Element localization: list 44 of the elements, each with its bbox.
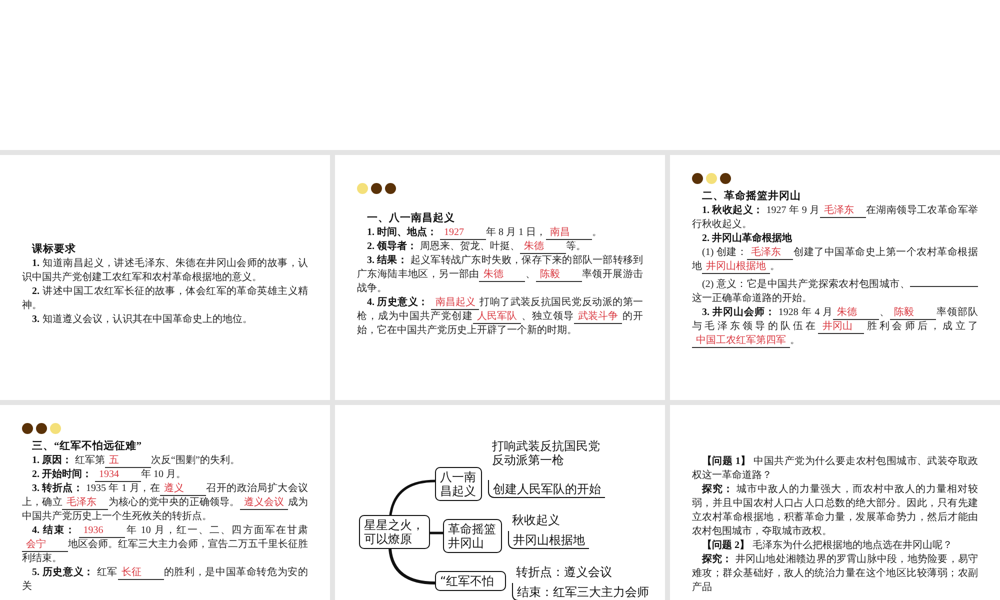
mind-map-leaf: 井冈山根据地 — [508, 531, 589, 549]
paragraph: (2) 意义：它是中国共产党探索农村包围城市、 这一正确革命道路的开始。 — [692, 274, 978, 306]
slide-thumbnail[interactable]: 课标要求 1. 知道南昌起义，讲述毛泽东、朱德在井冈山会师的故事，认识中国共产党创建工农红军和农村革命根据地的意义。 2. 讲述中国工农红军长征的故事，体会红军的革命英雄主义精神。 3. 知道遵义会议，认识其在中国革命史上的地位。 — [0, 155, 330, 400]
slide-thumbnail[interactable] — [335, 155, 665, 400]
paragraph: 探究： 城市中敌人的力量强大，而农村中敌人的力量相对较弱，并且中国农村人口占人口总数的绝大部分。因此，只有先建立农村革命根据地，积蓄革命力量，发展革命势力，然后才能由农村包围城市，夺取城市政权。 — [692, 483, 978, 539]
slide-title: 三、“红军不怕远征难” — [31, 440, 142, 454]
mind-map-leaf: 秋收起义 — [512, 513, 561, 527]
paragraph: 4. 结束： 1936 年 10 月，红一、二、四方面军在甘肃 会宁 地区会师。红军三大主力会师，宣告二万五千里长征胜利结束。 — [22, 524, 308, 566]
slide-title: 课标要求 — [30, 243, 77, 257]
paragraph: 5. 历史意义： 红军 长征 的胜利，是中国革命转危为安的关 — [22, 566, 308, 594]
slide-thumbnail[interactable] — [670, 155, 1000, 400]
paragraph: 2. 讲述中国工农红军长征的故事，体会红军的革命英雄主义精神。 — [22, 285, 308, 313]
paragraph: 1. 秋收起义： 1927 年 9 月 毛泽东 在湖南领导工农革命军举行秋收起义。 — [692, 204, 978, 232]
mind-map-node: 革命摇篮井冈山 — [443, 519, 502, 553]
paragraph: 4. 历史意义： 南昌起义 打响了武装反抗国民党反动派的第一枪，成为中国共产党创建 人民军队 、独立领导 武装斗争 的开始，它在中国共产党历史上开辟了一个新的时期。 — [357, 296, 643, 338]
paragraph: (1) 创建： 毛泽东 创建了中国革命史上第一个农村革命根据地 井冈山根据地 。 — [692, 246, 978, 274]
slide-thumbnail[interactable] — [670, 405, 1000, 600]
paragraph: 1. 原因： 红军第 五 次反“围剿”的失利。 — [31, 454, 241, 468]
mind-map-node: 八一南昌起义 — [435, 467, 482, 501]
paragraph: 【问题 2】 毛泽东为什么把根据地的地点选在井冈山呢？ — [701, 539, 954, 553]
paragraph: 3. 转折点： 1935 年 1 月，在 遵义 召开的政治局扩大会议上，确立 毛泽东 为核心的党中央的正确领导。 遵义会议 成为中国共产党历史上一个生死攸关的转折点。 — [22, 482, 308, 524]
paragraph: 探究： 井冈山地处湘赣边界的罗霄山脉中段，地势险要，易守难攻；群众基础好，敌人的统治力量在这个地区比较薄弱；农副产品 — [692, 553, 978, 595]
mind-map-node: 星星之火，可以燎原 — [359, 515, 430, 549]
paragraph: 3. 结果： 起义军转战广东时失败，保存下来的部队一部转移到广东海陆丰地区，另一部由 朱德 、 陈毅 率领开展游击战争。 — [357, 254, 643, 296]
mind-map-leaf: 转折点：遵义会议 — [516, 565, 613, 579]
paragraph: 1. 知道南昌起义，讲述毛泽东、朱德在井冈山会师的故事，认识中国共产党创建工农红军和农村革命根据地的意义。 — [22, 257, 308, 285]
paragraph: 1. 时间、地点： 1927 年 8 月 1 日， 南昌 。 — [366, 226, 603, 240]
mind-map-leaf: 结束：红军三大主力会师 — [512, 583, 653, 600]
mind-map-leaf: 打响武装反抗国民党反动派第一枪 — [492, 439, 601, 467]
connector-line — [428, 532, 443, 534]
paragraph: 2. 开始时间： 1934 年 10 月。 — [31, 468, 187, 482]
slide-thumbnail[interactable] — [0, 405, 330, 600]
paragraph: 【问题 1】 中国共产党为什么要走农村包围城市、武装夺取政权这一革命道路？ — [692, 455, 978, 483]
connector-line — [388, 548, 436, 584]
slide-thumbnail[interactable] — [0, 0, 1000, 150]
slide-title: 二、革命摇篮井冈山 — [701, 190, 802, 204]
paragraph: 2. 井冈山革命根据地 — [701, 232, 793, 246]
paragraph: 3. 井冈山会师： 1928 年 4 月 朱德 、 陈毅 率领部队与毛泽东领导的队伍在 井冈山 胜利会师后，成立了 中国工农红军第四军 。 — [692, 306, 978, 348]
paragraph: 3. 知道遵义会议，认识其在中国革命史上的地位。 — [31, 313, 254, 327]
slide-thumbnail[interactable]: 星星之火，可以燎原 八一南昌起义 打响武装反抗国民党反动派第一枪 创建人民军队的开始 革命摇篮井冈山 秋收起义 井冈山根据地 “红军不怕 转折点：遵义会议 结束：红军三大主力会师 — [335, 405, 665, 600]
mind-map-node: “红军不怕 — [435, 571, 506, 591]
mind-map-leaf: 创建人民军队的开始 — [488, 480, 605, 498]
paragraph: 2. 领导者： 周恩来、贺龙、叶挺、 朱德 等。 — [366, 240, 587, 254]
slide-title: 一、八一南昌起义 — [366, 212, 456, 226]
